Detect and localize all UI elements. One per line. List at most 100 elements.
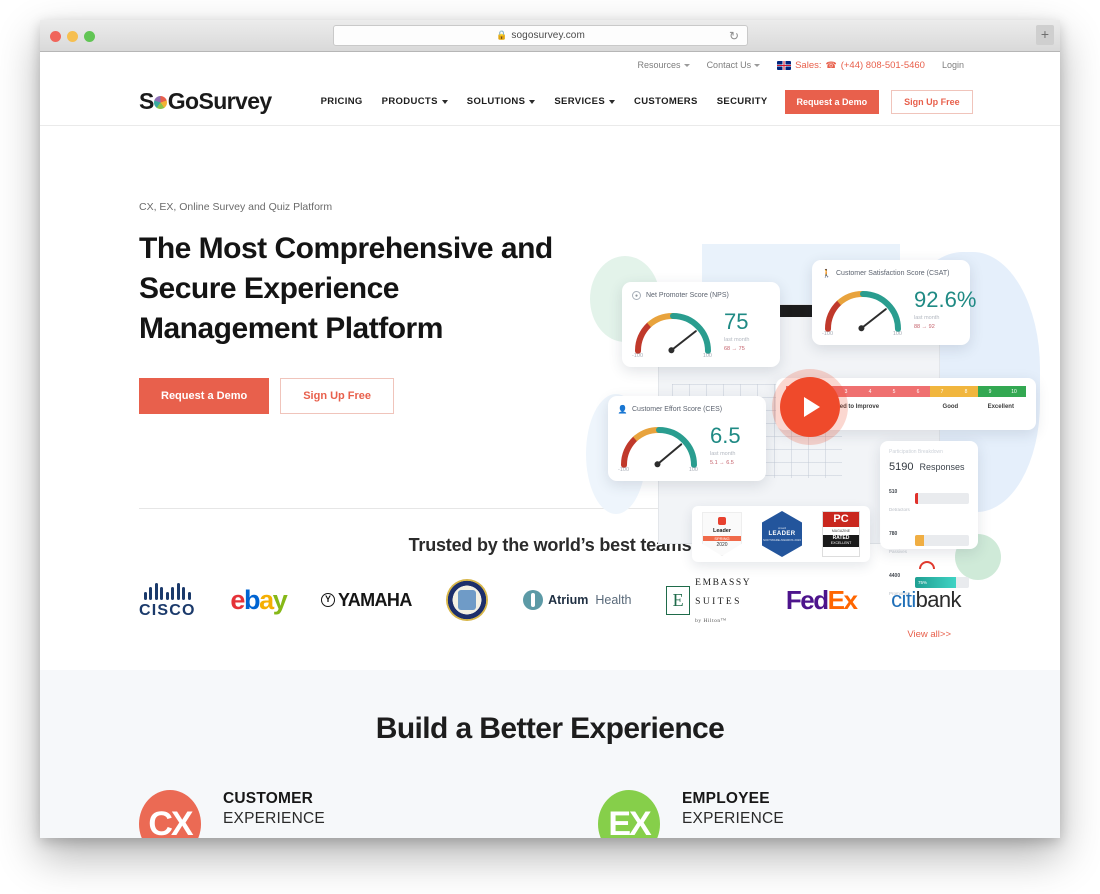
ces-card: 👤 Customer Effort Score (CES) -100 100 6… bbox=[608, 396, 766, 481]
responses-label: Promoters bbox=[889, 591, 910, 596]
ebay-letter-e: e bbox=[230, 584, 245, 615]
responses-row: 4400 Promoters 75% bbox=[889, 564, 969, 600]
state-seal-icon bbox=[446, 579, 489, 621]
ces-delta: 5.1 → 6.5 bbox=[710, 459, 734, 466]
address-bar[interactable]: 🔒 sogosurvey.com ↻ bbox=[333, 25, 748, 46]
cx-title-bold: CUSTOMER bbox=[223, 790, 314, 807]
sales-phone-block[interactable]: Sales: ☎ (+44) 808-501-5460 bbox=[777, 60, 925, 71]
customer-experience-column: CX CUSTOMER EXPERIENCE Collect customer … bbox=[139, 790, 502, 838]
nav-label: SOLUTIONS bbox=[466, 96, 526, 107]
hero-eyebrow: CX, EX, Online Survey and Quiz Platform bbox=[139, 201, 333, 213]
ces-value: 6.5 bbox=[710, 422, 741, 448]
contact-us-menu[interactable]: Contact Us bbox=[707, 60, 761, 70]
resources-label: Resources bbox=[637, 60, 681, 70]
login-link[interactable]: Login bbox=[942, 60, 964, 70]
nav-item-customers[interactable]: CUSTOMERS bbox=[634, 96, 698, 107]
ces-card-title: Customer Effort Score (CES) bbox=[632, 406, 723, 413]
csat-card: 🚶 Customer Satisfaction Score (CSAT) -10… bbox=[812, 260, 976, 345]
nav-label: SERVICES bbox=[554, 96, 606, 107]
lock-icon: 🔒 bbox=[496, 30, 508, 40]
scale-cell: 8 bbox=[954, 386, 978, 397]
nps-card-header: ● Net Promoter Score (NPS) bbox=[622, 282, 780, 302]
nps-value: 75 bbox=[724, 308, 749, 334]
ebay-letter-b: b bbox=[243, 584, 261, 615]
person-icon: 🚶 bbox=[821, 269, 832, 278]
play-video-button[interactable] bbox=[780, 377, 840, 437]
responses-label: Passives bbox=[889, 549, 908, 554]
chevron-down-icon bbox=[441, 99, 448, 104]
hero-copy: CX, EX, Online Survey and Quiz Platform … bbox=[139, 126, 559, 508]
nav-label: PRODUCTS bbox=[381, 96, 438, 107]
state-seal-logo bbox=[446, 579, 489, 621]
cx-title-light: EXPERIENCE bbox=[223, 810, 325, 827]
cisco-wordmark: CISCO bbox=[139, 601, 196, 619]
user-gear-icon: 👤 bbox=[617, 405, 628, 414]
build-section-title: Build a Better Experience bbox=[375, 712, 725, 745]
nps-card: ● Net Promoter Score (NPS) -100 100 75 l… bbox=[622, 282, 780, 367]
nps-gauge-min: -100 bbox=[632, 353, 644, 359]
csat-subtitle: last month bbox=[914, 314, 940, 321]
responses-fill: 75% bbox=[915, 576, 956, 588]
cisco-logo: CISCO bbox=[139, 581, 196, 620]
nav-item-security[interactable]: SECURITY bbox=[717, 96, 768, 107]
pc-badge-mid: MAGAZINE bbox=[831, 529, 851, 533]
cisco-bars-icon bbox=[143, 581, 191, 600]
pc-badge-excellent: EXCELLENT bbox=[823, 541, 859, 547]
maximize-window-button[interactable] bbox=[84, 31, 95, 42]
responses-row: 510 Detractors bbox=[889, 480, 969, 516]
scale-cell: 6 bbox=[906, 386, 930, 397]
ebay-letter-a: a bbox=[259, 584, 274, 615]
nav-item-products[interactable]: PRODUCTS bbox=[382, 96, 448, 107]
nps-delta: 68 → 75 bbox=[724, 345, 745, 352]
nav-item-services[interactable]: SERVICES bbox=[554, 96, 616, 107]
hero-cta-group: Request a Demo Sign Up Free bbox=[139, 377, 559, 414]
minimize-window-button[interactable] bbox=[67, 31, 78, 42]
reload-icon[interactable]: ↻ bbox=[729, 29, 739, 43]
contact-us-label: Contact Us bbox=[706, 60, 752, 70]
chevron-down-icon bbox=[609, 99, 616, 104]
responses-header: 5190 Responses bbox=[889, 461, 969, 473]
responses-word: Responses bbox=[919, 462, 965, 472]
resources-menu[interactable]: Resources bbox=[638, 60, 690, 70]
nav-item-pricing[interactable]: PRICING bbox=[321, 96, 363, 107]
phone-icon: ☎ bbox=[825, 59, 837, 70]
play-icon bbox=[804, 397, 820, 417]
ex-title-bold: EMPLOYEE bbox=[682, 790, 770, 807]
header-request-demo-button[interactable]: Request a Demo bbox=[784, 89, 880, 114]
g2-badge-title: Leader bbox=[712, 528, 732, 534]
window-traffic-lights bbox=[50, 31, 95, 42]
header-signup-free-button[interactable]: Sign Up Free bbox=[891, 89, 973, 114]
scale-cell: 4 bbox=[858, 386, 882, 397]
responses-meta: 780 Passives bbox=[889, 522, 911, 558]
close-window-button[interactable] bbox=[50, 31, 61, 42]
employee-experience-column: EX EMPLOYEE EXPERIENCE SoGoSurvey offers… bbox=[598, 790, 961, 838]
responses-fill bbox=[915, 534, 925, 546]
hero-request-demo-button[interactable]: Request a Demo bbox=[139, 377, 270, 414]
sales-phone-number[interactable]: (+44) 808-501-5460 bbox=[841, 60, 925, 71]
responses-meta: 4400 Promoters bbox=[889, 564, 911, 600]
page-title: The Most Comprehensive and Secure Experi… bbox=[139, 232, 553, 345]
responses-track: 75% bbox=[915, 576, 969, 588]
csat-value-block: 92.6% last month 88 → 92 bbox=[906, 288, 976, 330]
nav-item-solutions[interactable]: SOLUTIONS bbox=[467, 96, 536, 107]
pinwheel-icon bbox=[153, 95, 167, 109]
chevron-down-icon bbox=[754, 63, 761, 67]
pc-magazine-badge-icon: PC MAGAZINE RATED EXCELLENT bbox=[822, 511, 860, 557]
nav-label: PRICING bbox=[320, 96, 363, 107]
yamaha-tuning-fork-icon bbox=[320, 593, 335, 607]
csat-gauge: -100 100 bbox=[820, 283, 906, 337]
embassy-line-3: by Hilton™ bbox=[695, 618, 727, 625]
new-tab-button[interactable]: + bbox=[1036, 25, 1054, 45]
atrium-wordmark-1: Atrium bbox=[548, 593, 589, 607]
header-cta-group: Request a Demo Sign Up Free bbox=[784, 89, 973, 114]
hero-section: CX, EX, Online Survey and Quiz Platform … bbox=[40, 126, 1060, 596]
responses-row: 780 Passives bbox=[889, 522, 969, 558]
responses-number: 780 bbox=[889, 531, 898, 537]
hero-signup-free-button[interactable]: Sign Up Free bbox=[280, 377, 395, 414]
ebay-letter-y: y bbox=[272, 584, 288, 615]
sogosurvey-logo[interactable]: S GoSurvey bbox=[139, 88, 272, 115]
view-all-link[interactable]: View all>> bbox=[139, 629, 961, 640]
logo-text-pre: S bbox=[139, 88, 154, 114]
experience-columns: CX CUSTOMER EXPERIENCE Collect customer … bbox=[139, 790, 961, 838]
nps-gauge-wrap: -100 100 75 last month 68 → 75 bbox=[622, 302, 780, 367]
